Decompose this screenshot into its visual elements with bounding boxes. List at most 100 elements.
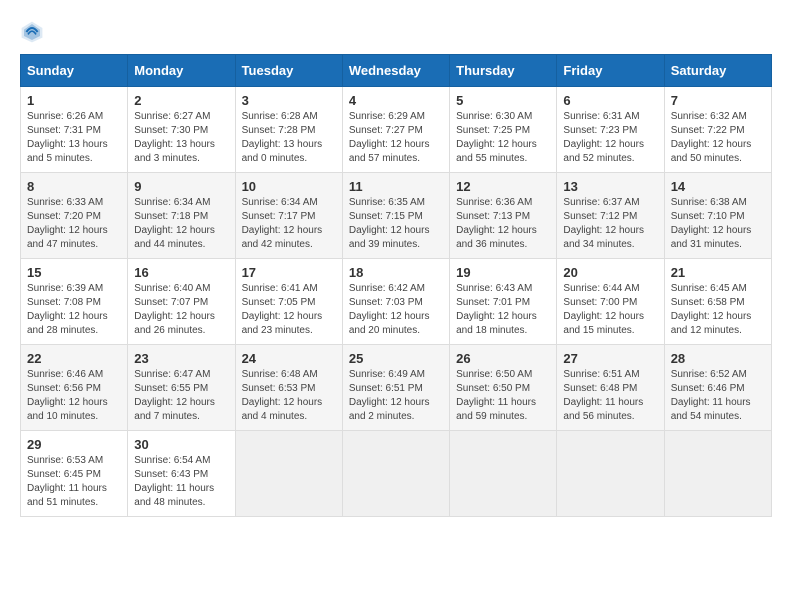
- day-detail: Sunrise: 6:41 AMSunset: 7:05 PMDaylight:…: [242, 282, 336, 338]
- day-header-tuesday: Tuesday: [235, 55, 342, 87]
- day-detail: Sunrise: 6:47 AMSunset: 6:55 PMDaylight:…: [134, 368, 228, 424]
- calendar-cell: 15Sunrise: 6:39 AMSunset: 7:08 PMDayligh…: [21, 259, 128, 345]
- calendar-cell: 23 Sunrise: 6:47 AMSunset: 6:55 PMDayligh…: [128, 345, 235, 431]
- calendar-cell: 16 Sunrise: 6:40 AMSunset: 7:07 PMDayligh…: [128, 259, 235, 345]
- day-number: 3: [242, 93, 336, 108]
- day-detail: Sunrise: 6:50 AMSunset: 6:50 PMDaylight:…: [456, 368, 550, 424]
- calendar-cell: 21 Sunrise: 6:45 AMSunset: 6:58 PMDayligh…: [664, 259, 771, 345]
- day-detail: Sunrise: 6:54 AMSunset: 6:43 PMDaylight:…: [134, 454, 228, 510]
- calendar-cell: 28 Sunrise: 6:52 AMSunset: 6:46 PMDayligh…: [664, 345, 771, 431]
- calendar-cell: 24Sunrise: 6:48 AMSunset: 6:53 PMDayligh…: [235, 345, 342, 431]
- calendar-cell: 4 Sunrise: 6:29 AMSunset: 7:27 PMDaylight…: [342, 87, 449, 173]
- day-number: 19: [456, 265, 550, 280]
- day-detail: Sunrise: 6:37 AMSunset: 7:12 PMDaylight:…: [563, 196, 657, 252]
- day-detail: Sunrise: 6:45 AMSunset: 6:58 PMDaylight:…: [671, 282, 765, 338]
- day-detail: Sunrise: 6:53 AMSunset: 6:45 PMDaylight:…: [27, 454, 121, 510]
- day-number: 20: [563, 265, 657, 280]
- day-number: 26: [456, 351, 550, 366]
- day-detail: Sunrise: 6:36 AMSunset: 7:13 PMDaylight:…: [456, 196, 550, 252]
- calendar-week-row: 8 Sunrise: 6:33 AMSunset: 7:20 PMDaylight…: [21, 173, 772, 259]
- day-detail: Sunrise: 6:43 AMSunset: 7:01 PMDaylight:…: [456, 282, 550, 338]
- day-number: 18: [349, 265, 443, 280]
- calendar-cell: 2 Sunrise: 6:27 AMSunset: 7:30 PMDaylight…: [128, 87, 235, 173]
- calendar-week-row: 1 Sunrise: 6:26 AMSunset: 7:31 PMDaylight…: [21, 87, 772, 173]
- day-number: 9: [134, 179, 228, 194]
- day-number: 14: [671, 179, 765, 194]
- calendar-cell: 12Sunrise: 6:36 AMSunset: 7:13 PMDayligh…: [450, 173, 557, 259]
- calendar-cell: 10 Sunrise: 6:34 AMSunset: 7:17 PMDayligh…: [235, 173, 342, 259]
- day-detail: Sunrise: 6:29 AMSunset: 7:27 PMDaylight:…: [349, 110, 443, 166]
- calendar-cell: 1 Sunrise: 6:26 AMSunset: 7:31 PMDaylight…: [21, 87, 128, 173]
- calendar-cell: [235, 431, 342, 517]
- day-number: 22: [27, 351, 121, 366]
- calendar-cell: 25Sunrise: 6:49 AMSunset: 6:51 PMDayligh…: [342, 345, 449, 431]
- day-detail: Sunrise: 6:39 AMSunset: 7:08 PMDaylight:…: [27, 282, 121, 338]
- day-number: 28: [671, 351, 765, 366]
- day-detail: Sunrise: 6:52 AMSunset: 6:46 PMDaylight:…: [671, 368, 765, 424]
- logo-icon: [20, 20, 44, 44]
- calendar-cell: 27Sunrise: 6:51 AMSunset: 6:48 PMDayligh…: [557, 345, 664, 431]
- calendar-cell: 19 Sunrise: 6:43 AMSunset: 7:01 PMDayligh…: [450, 259, 557, 345]
- day-number: 11: [349, 179, 443, 194]
- day-number: 4: [349, 93, 443, 108]
- calendar-cell: 8 Sunrise: 6:33 AMSunset: 7:20 PMDaylight…: [21, 173, 128, 259]
- day-detail: Sunrise: 6:46 AMSunset: 6:56 PMDaylight:…: [27, 368, 121, 424]
- logo: [20, 20, 48, 44]
- calendar-cell: 22 Sunrise: 6:46 AMSunset: 6:56 PMDayligh…: [21, 345, 128, 431]
- calendar-week-row: 29 Sunrise: 6:53 AMSunset: 6:45 PMDayligh…: [21, 431, 772, 517]
- day-number: 6: [563, 93, 657, 108]
- day-number: 29: [27, 437, 121, 452]
- calendar-cell: [450, 431, 557, 517]
- day-number: 10: [242, 179, 336, 194]
- day-detail: Sunrise: 6:35 AMSunset: 7:15 PMDaylight:…: [349, 196, 443, 252]
- day-number: 7: [671, 93, 765, 108]
- day-number: 16: [134, 265, 228, 280]
- day-detail: Sunrise: 6:33 AMSunset: 7:20 PMDaylight:…: [27, 196, 121, 252]
- day-detail: Sunrise: 6:42 AMSunset: 7:03 PMDaylight:…: [349, 282, 443, 338]
- day-number: 24: [242, 351, 336, 366]
- day-detail: Sunrise: 6:34 AMSunset: 7:18 PMDaylight:…: [134, 196, 228, 252]
- calendar-cell: 9 Sunrise: 6:34 AMSunset: 7:18 PMDaylight…: [128, 173, 235, 259]
- day-number: 21: [671, 265, 765, 280]
- calendar-week-row: 15Sunrise: 6:39 AMSunset: 7:08 PMDayligh…: [21, 259, 772, 345]
- day-detail: Sunrise: 6:32 AMSunset: 7:22 PMDaylight:…: [671, 110, 765, 166]
- calendar-cell: 13 Sunrise: 6:37 AMSunset: 7:12 PMDayligh…: [557, 173, 664, 259]
- day-header-monday: Monday: [128, 55, 235, 87]
- day-header-wednesday: Wednesday: [342, 55, 449, 87]
- calendar-cell: 20Sunrise: 6:44 AMSunset: 7:00 PMDayligh…: [557, 259, 664, 345]
- calendar-cell: [342, 431, 449, 517]
- day-detail: Sunrise: 6:26 AMSunset: 7:31 PMDaylight:…: [27, 110, 121, 166]
- day-number: 13: [563, 179, 657, 194]
- calendar-cell: [557, 431, 664, 517]
- calendar-cell: 26 Sunrise: 6:50 AMSunset: 6:50 PMDayligh…: [450, 345, 557, 431]
- calendar-cell: 6 Sunrise: 6:31 AMSunset: 7:23 PMDaylight…: [557, 87, 664, 173]
- day-detail: Sunrise: 6:40 AMSunset: 7:07 PMDaylight:…: [134, 282, 228, 338]
- calendar-cell: 29 Sunrise: 6:53 AMSunset: 6:45 PMDayligh…: [21, 431, 128, 517]
- page-header: [20, 20, 772, 44]
- day-detail: Sunrise: 6:34 AMSunset: 7:17 PMDaylight:…: [242, 196, 336, 252]
- calendar-cell: 17Sunrise: 6:41 AMSunset: 7:05 PMDayligh…: [235, 259, 342, 345]
- day-detail: Sunrise: 6:31 AMSunset: 7:23 PMDaylight:…: [563, 110, 657, 166]
- calendar-cell: 30 Sunrise: 6:54 AMSunset: 6:43 PMDayligh…: [128, 431, 235, 517]
- calendar-cell: 14Sunrise: 6:38 AMSunset: 7:10 PMDayligh…: [664, 173, 771, 259]
- day-number: 2: [134, 93, 228, 108]
- day-detail: Sunrise: 6:49 AMSunset: 6:51 PMDaylight:…: [349, 368, 443, 424]
- calendar-cell: 5 Sunrise: 6:30 AMSunset: 7:25 PMDaylight…: [450, 87, 557, 173]
- calendar-header-row: SundayMondayTuesdayWednesdayThursdayFrid…: [21, 55, 772, 87]
- day-number: 5: [456, 93, 550, 108]
- day-header-thursday: Thursday: [450, 55, 557, 87]
- calendar-cell: 18 Sunrise: 6:42 AMSunset: 7:03 PMDayligh…: [342, 259, 449, 345]
- day-header-friday: Friday: [557, 55, 664, 87]
- day-header-sunday: Sunday: [21, 55, 128, 87]
- day-number: 1: [27, 93, 121, 108]
- day-detail: Sunrise: 6:30 AMSunset: 7:25 PMDaylight:…: [456, 110, 550, 166]
- calendar-table: SundayMondayTuesdayWednesdayThursdayFrid…: [20, 54, 772, 517]
- day-number: 30: [134, 437, 228, 452]
- day-header-saturday: Saturday: [664, 55, 771, 87]
- day-number: 8: [27, 179, 121, 194]
- day-number: 23: [134, 351, 228, 366]
- day-detail: Sunrise: 6:28 AMSunset: 7:28 PMDaylight:…: [242, 110, 336, 166]
- day-detail: Sunrise: 6:27 AMSunset: 7:30 PMDaylight:…: [134, 110, 228, 166]
- calendar-cell: [664, 431, 771, 517]
- calendar-week-row: 22 Sunrise: 6:46 AMSunset: 6:56 PMDayligh…: [21, 345, 772, 431]
